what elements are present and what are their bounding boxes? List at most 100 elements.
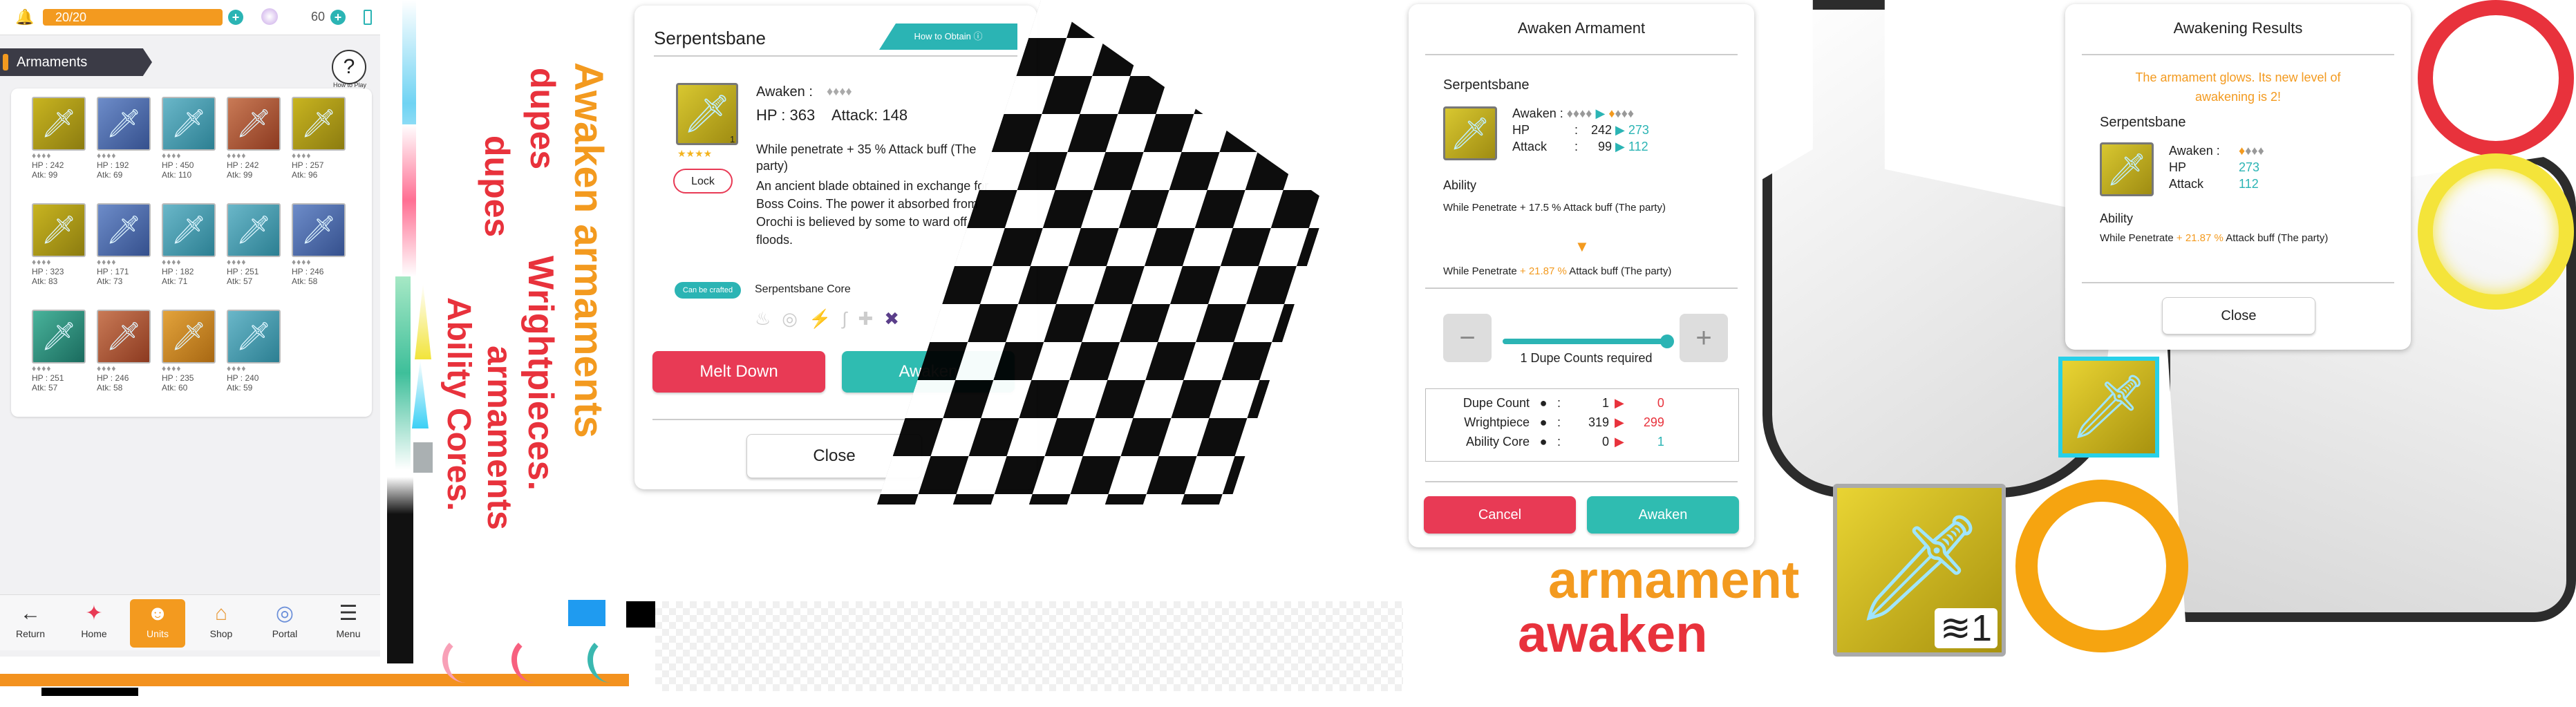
armament-item[interactable]: 🗡 ♦♦♦♦ HP : 257 Atk: 96	[292, 97, 347, 180]
how-to-obtain-button[interactable]: How to Obtain ⓘ	[879, 23, 1017, 50]
gem-count: 60	[311, 10, 326, 23]
units-icon: ☻	[147, 602, 169, 625]
results-attack-row: Attack 112	[2169, 177, 2259, 191]
awaken-dialog-name: Serpentsbane	[1443, 77, 1530, 93]
close-label: Close	[813, 446, 856, 465]
required-text: 1 Dupe Counts required	[1520, 351, 1653, 365]
ability-after-suffix: Attack buff (The party)	[1569, 265, 1672, 277]
armament-atk: Atk: 57	[227, 276, 253, 286]
results-ability-suffix: Attack buff (The party)	[2226, 232, 2329, 244]
armament-hp: HP : 242	[32, 160, 64, 170]
results-awaken-row: Awaken : ♦♦♦♦	[2169, 144, 2264, 158]
craftable-label: Can be crafted	[682, 286, 733, 294]
how-to-play-button[interactable]: ?	[332, 50, 366, 84]
lock-label: Lock	[691, 176, 715, 187]
armament-item[interactable]: 🗡 ♦♦♦♦ HP : 251 Atk: 57	[227, 203, 282, 286]
awaken-row: Awaken : ♦♦♦♦ ▶ ♦♦♦♦	[1512, 106, 1635, 120]
nav-shop[interactable]: ⌂ Shop	[194, 599, 249, 648]
armament-icon: 🗡	[32, 310, 86, 364]
how-to-play-label: How to Play	[332, 82, 367, 88]
melt-down-button[interactable]: Melt Down	[652, 351, 825, 393]
cost-have: 0	[1602, 435, 1610, 449]
awaken-label: Awaken :	[756, 84, 813, 100]
nav-portal[interactable]: ◎ Portal	[257, 599, 312, 648]
yellow-spike	[415, 283, 431, 359]
armament-item[interactable]: 🗡 ♦♦♦♦ HP : 240 Atk: 59	[227, 310, 282, 393]
armament-icon: 🗡	[162, 97, 216, 151]
nav-units[interactable]: ☻ Units	[130, 599, 185, 648]
armament-atk: Atk: 73	[97, 276, 123, 286]
armament-item[interactable]: 🗡 ♦♦♦♦ HP : 323 Atk: 83	[32, 203, 87, 286]
cost-have: 1	[1602, 396, 1610, 410]
armament-item[interactable]: 🗡 ♦♦♦♦ HP : 171 Atk: 73	[97, 203, 152, 286]
word-awaken-armaments: Awaken armaments	[566, 62, 611, 438]
armament-item[interactable]: 🗡 ♦♦♦♦ HP : 192 Atk: 69	[97, 97, 152, 180]
armament-icon: 🗡	[32, 97, 86, 151]
bell-icon[interactable]: 🔔	[15, 8, 34, 26]
results-close-button[interactable]: Close	[2162, 297, 2315, 334]
word-dupes-1: dupes	[523, 68, 562, 170]
armament-item[interactable]: 🗡 ♦♦♦♦ HP : 242 Atk: 99	[227, 97, 282, 180]
confirm-awaken-button[interactable]: Awaken	[1587, 496, 1739, 534]
armament-hp: HP : 251	[227, 267, 259, 276]
results-close-label: Close	[2221, 308, 2257, 323]
armament-icon: 🗡	[1443, 106, 1497, 160]
results-hp-label: HP	[2169, 160, 2187, 174]
nav-return-label: Return	[15, 628, 46, 639]
ability-after: While Penetrate + 21.87 % Attack buff (T…	[1443, 265, 1671, 277]
results-message: The armament glows. Its new level of awa…	[2135, 70, 2341, 104]
core-name: Serpentsbane Core	[755, 283, 851, 295]
armament-item[interactable]: 🗡 ♦♦♦♦ HP : 246 Atk: 58	[292, 203, 347, 286]
armament-qty: 1	[730, 134, 735, 144]
armament-icon: 🗡	[676, 83, 738, 145]
dupe-slider[interactable]	[1503, 339, 1668, 344]
armament-icon: 🗡	[292, 97, 346, 151]
cancel-button[interactable]: Cancel	[1424, 496, 1576, 534]
slider-handle[interactable]	[1660, 334, 1674, 348]
menu-icon: ☰	[339, 602, 358, 625]
add-stamina-button[interactable]: +	[228, 10, 243, 25]
lock-button[interactable]: Lock	[673, 169, 733, 194]
add-gem-button[interactable]: +	[330, 10, 346, 25]
armament-icon: 🗡	[162, 310, 216, 364]
arrow-left-icon: ←	[20, 602, 41, 625]
armament-atk: Atk: 58	[292, 276, 318, 286]
melt-down-label: Melt Down	[699, 362, 778, 381]
armament-item[interactable]: 🗡 ♦♦♦♦ HP : 450 Atk: 110	[162, 97, 217, 180]
cancel-label: Cancel	[1478, 507, 1522, 522]
armament-hp: HP : 242	[227, 160, 259, 170]
cost-row: Wrightpiece ●:319 ▶ 299	[1426, 415, 1738, 430]
armament-hp: HP : 235	[162, 373, 194, 383]
armament-atk: Atk: 99	[227, 170, 253, 180]
word-awaken: awaken	[1518, 605, 1708, 663]
armament-item[interactable]: 🗡 ♦♦♦♦ HP : 251 Atk: 57	[32, 310, 87, 393]
armaments-tab[interactable]: Armaments	[0, 48, 152, 76]
decrease-button[interactable]: −	[1443, 314, 1492, 362]
awaken-diamonds: ♦♦♦♦	[97, 257, 117, 267]
hp-from: 242	[1590, 123, 1613, 137]
awaken-diamonds: ♦♦♦♦	[292, 257, 312, 267]
cost-label: Ability Core	[1465, 435, 1530, 449]
divider	[1425, 287, 1738, 289]
armament-grid: 🗡 ♦♦♦♦ HP : 242 Atk: 99 🗡 ♦♦♦♦ HP : 192 Atk: 69…	[11, 88, 372, 417]
nav-menu[interactable]: ☰ Menu	[321, 599, 376, 648]
increase-button[interactable]: +	[1680, 314, 1728, 362]
armament-atk: Atk: 69	[97, 170, 123, 180]
nav-home[interactable]: ✦ Home	[66, 599, 122, 648]
yellow-ring	[2418, 153, 2574, 310]
armament-atk: Atk: 83	[32, 276, 58, 286]
armament-item[interactable]: 🗡 ♦♦♦♦ HP : 242 Atk: 99	[32, 97, 87, 180]
nav-portal-label: Portal	[272, 628, 298, 639]
armament-item[interactable]: 🗡 ♦♦♦♦ HP : 182 Atk: 71	[162, 203, 217, 286]
pink-arc-2	[511, 636, 558, 683]
armaments-tab-label: Armaments	[17, 55, 88, 70]
armament-atk: Atk: 60	[162, 383, 188, 393]
cost-icon: ●	[1539, 415, 1548, 429]
armament-item[interactable]: 🗡 ♦♦♦♦ HP : 235 Atk: 60	[162, 310, 217, 393]
armament-item[interactable]: 🗡 ♦♦♦♦ HP : 246 Atk: 58	[97, 310, 152, 393]
attack-to: 112	[1628, 140, 1648, 153]
ability-before: While Penetrate + 17.5 % Attack buff (Th…	[1443, 202, 1666, 214]
nav-return[interactable]: ← Return	[3, 599, 58, 648]
results-awaken-label: Awaken :	[2169, 144, 2220, 158]
ability-heading: Ability	[1443, 178, 1477, 192]
